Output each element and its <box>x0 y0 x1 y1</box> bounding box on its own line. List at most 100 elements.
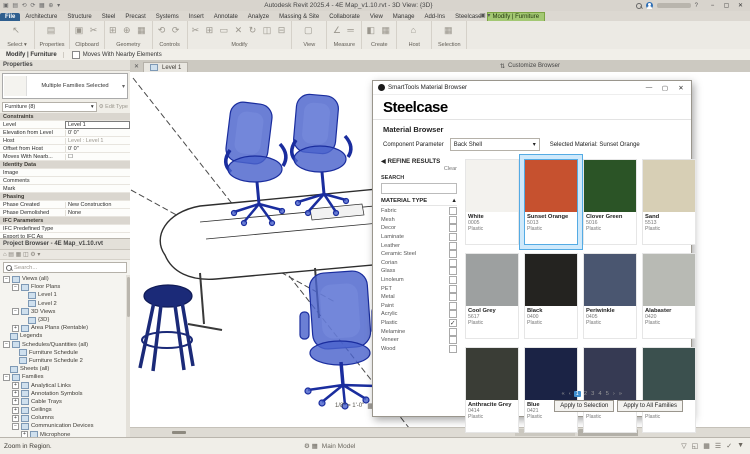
material-type-filter[interactable]: Plastic <box>381 319 457 328</box>
material-type-filter[interactable]: Wood <box>381 345 457 354</box>
page-button[interactable]: 2 <box>583 391 588 397</box>
material-type-checkbox[interactable] <box>449 328 457 336</box>
property-row[interactable]: Phase Created New Construction <box>0 201 130 209</box>
ribbon-tab[interactable]: Structure <box>62 13 96 21</box>
ribbon-tab[interactable]: Massing & Site <box>274 13 324 21</box>
page-button[interactable]: « <box>560 391 565 397</box>
tree-expander-icon[interactable]: + <box>12 398 19 405</box>
user-avatar[interactable] <box>646 2 653 9</box>
tree-item[interactable]: + Annotation Symbols <box>0 390 130 398</box>
ribbon-tab[interactable]: File <box>0 13 20 21</box>
tree-item[interactable]: + Area Plans (Rentable) <box>0 324 130 332</box>
ribbon-tab[interactable]: Manage <box>388 13 420 21</box>
selection-filter-icon[interactable]: ▼ <box>737 442 744 450</box>
tree-item[interactable]: − Communication Devices <box>0 422 130 430</box>
tree-item[interactable]: − Views (all) <box>0 275 130 283</box>
tree-item[interactable]: Furniture Schedule 2 <box>0 357 130 365</box>
material-type-checkbox[interactable] <box>449 310 457 318</box>
material-type-checkbox[interactable] <box>449 267 457 275</box>
tree-item[interactable]: − 3D Views <box>0 308 130 316</box>
ribbon-panel[interactable]: ∠ ═ Measure <box>327 21 362 49</box>
property-row[interactable]: IFC Parameters <box>0 217 130 225</box>
close-button[interactable]: ✕ <box>734 1 747 10</box>
material-type-filter[interactable]: Veneer <box>381 336 457 345</box>
property-row[interactable]: Mark <box>0 185 130 193</box>
page-button[interactable]: 5 <box>605 391 610 397</box>
tree-item[interactable]: Furniture Schedule <box>0 349 130 357</box>
material-type-checkbox[interactable] <box>449 302 457 310</box>
page-button[interactable]: 3 <box>590 391 595 397</box>
material-type-checkbox[interactable] <box>449 207 457 215</box>
selection-filter-icon[interactable]: ☰ <box>715 442 721 450</box>
ribbon-tab[interactable]: Analyze <box>243 13 274 21</box>
ribbon-panel[interactable]: ▣ ✂ Clipboard <box>70 21 105 49</box>
stool[interactable] <box>140 285 193 371</box>
material-swatch-card[interactable]: White 0005 Plastic <box>465 159 519 245</box>
apply-to-all-families-button[interactable]: Apply to All Families <box>617 400 683 412</box>
help-icon[interactable]: ? <box>695 3 698 9</box>
property-row[interactable]: Image <box>0 169 130 177</box>
selection-filter-icon[interactable]: ◱ <box>692 442 699 450</box>
collapse-icon[interactable]: ▲ <box>451 198 457 204</box>
material-type-checkbox[interactable] <box>449 259 457 267</box>
page-button[interactable]: › <box>612 391 616 397</box>
material-type-filter[interactable]: Acrylic <box>381 310 457 319</box>
office-chair-selected[interactable] <box>300 270 381 409</box>
element-filter-dropdown[interactable]: Furniture (8) ▾ <box>2 102 97 112</box>
selection-filter-icon[interactable]: ▦ <box>703 442 710 450</box>
material-swatch-card[interactable]: Anthracite Grey 0414 Plastic <box>465 347 519 433</box>
tree-item[interactable]: Level 1 <box>0 291 130 299</box>
selection-filter-icon[interactable]: ✓ <box>726 442 732 450</box>
view-scale-button[interactable]: 1/8" = 1'-0" <box>335 403 364 409</box>
material-swatch-card[interactable]: Ocean 0423 Plastic <box>642 347 696 433</box>
page-button[interactable]: 4 <box>597 391 602 397</box>
property-row[interactable]: Phase Demolished None <box>0 209 130 217</box>
ribbon-tab[interactable]: View <box>365 13 388 21</box>
project-browser-search[interactable]: Search... <box>3 262 127 273</box>
dialog-minimize-button[interactable]: — <box>641 84 657 91</box>
ribbon-tab[interactable]: Annotate <box>209 13 243 21</box>
tree-expander-icon[interactable]: − <box>12 308 19 315</box>
refine-results-header[interactable]: ◀ REFINE RESULTS <box>381 155 457 166</box>
tree-item[interactable]: {3D} <box>0 316 130 324</box>
dialog-maximize-button[interactable]: ▢ <box>657 84 673 92</box>
restore-button[interactable]: ▢ <box>720 1 733 10</box>
material-type-checkbox[interactable] <box>449 250 457 258</box>
property-value[interactable]: New Construction <box>65 202 130 208</box>
edit-type-button[interactable]: ⚙ Edit Type <box>99 104 128 110</box>
property-row[interactable]: Comments <box>0 177 130 185</box>
property-value[interactable]: ☐ <box>65 154 130 160</box>
material-swatch-card[interactable]: Blue 0421 Plastic <box>524 347 578 433</box>
property-row[interactable]: IFC Predefined Type <box>0 225 130 233</box>
tree-expander-icon[interactable]: + <box>12 325 19 332</box>
page-button[interactable]: ‹ <box>568 391 572 397</box>
minimize-button[interactable]: − <box>706 1 719 10</box>
property-value[interactable]: Level 1 <box>65 121 130 129</box>
tree-expander-icon[interactable]: + <box>12 415 19 422</box>
material-swatch-card[interactable]: Periwinkle 0405 Plastic <box>583 253 637 339</box>
material-type-group-label[interactable]: MATERIAL TYPE <box>381 198 427 204</box>
material-type-checkbox[interactable] <box>449 285 457 293</box>
ribbon-panel[interactable]: ⌂ Host <box>397 21 432 49</box>
refine-search-input[interactable] <box>381 183 457 194</box>
material-swatch-card[interactable]: Sand 5513 Plastic <box>642 159 696 245</box>
tree-expander-icon[interactable] <box>12 358 17 363</box>
ribbon-panel[interactable]: ⟲ ⟳ Controls <box>153 21 188 49</box>
dock-icon[interactable]: ⇅ <box>500 63 505 70</box>
tree-item[interactable]: + Cable Trays <box>0 398 130 406</box>
property-value[interactable]: 0' 0" <box>65 130 130 136</box>
tree-expander-icon[interactable] <box>3 367 8 372</box>
ribbon-panel[interactable]: ✂ ⊞ ▭ ✕ ↻ ◫ ⊟ Modify <box>188 21 293 49</box>
material-type-filter[interactable]: Ceramic Steel <box>381 250 457 259</box>
search-icon[interactable] <box>636 3 642 9</box>
tree-expander-icon[interactable]: − <box>12 284 19 291</box>
material-type-checkbox[interactable] <box>449 293 457 301</box>
tree-item[interactable]: − Families <box>0 373 130 381</box>
component-parameter-dropdown[interactable]: Back Shell ▾ <box>450 138 540 151</box>
material-swatch-card[interactable]: Black 0400 Plastic <box>524 253 578 339</box>
modify-tab-options[interactable]: ▣ ▾ <box>480 12 490 19</box>
material-type-checkbox[interactable] <box>449 224 457 232</box>
tree-expander-icon[interactable] <box>3 334 8 339</box>
tree-expander-icon[interactable]: − <box>3 276 10 283</box>
material-type-filter[interactable]: PET <box>381 284 457 293</box>
